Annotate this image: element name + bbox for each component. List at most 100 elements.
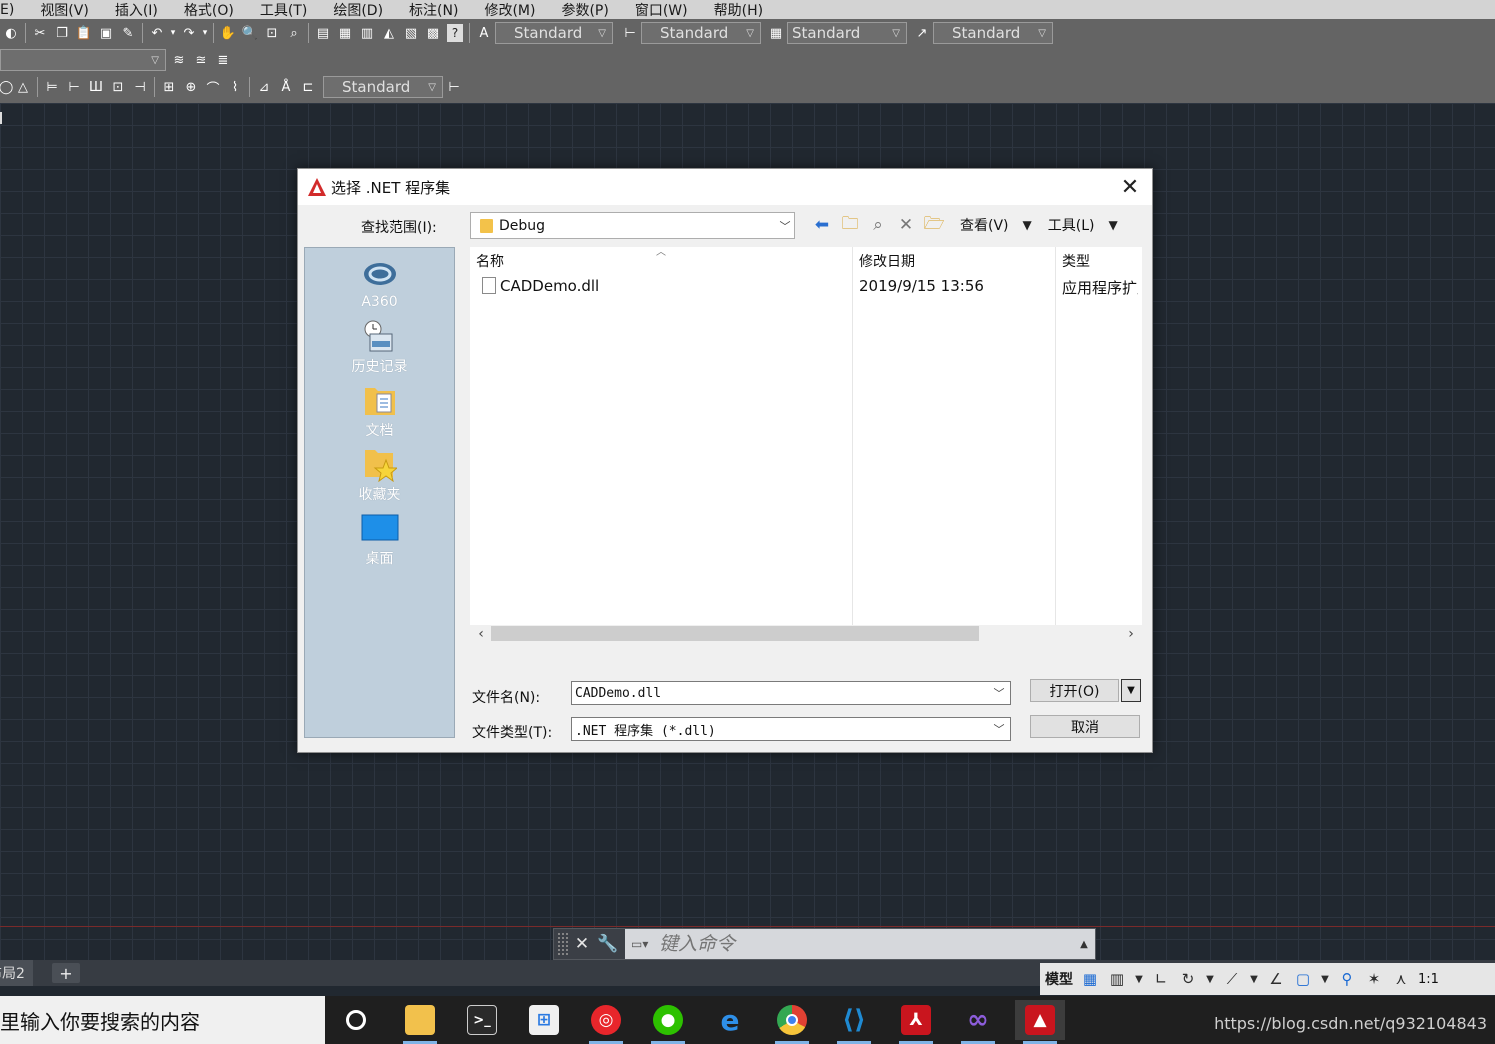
open-options-dropdown[interactable]: ▼: [1121, 679, 1141, 702]
place-desktop[interactable]: 桌面: [305, 510, 454, 568]
taskbar-search[interactable]: 在这里输入你要搜索的内容: [0, 996, 325, 1044]
annotation-scale-icon[interactable]: ⋏: [1391, 969, 1411, 989]
design-center-icon[interactable]: ▦: [334, 22, 356, 44]
place-favorites[interactable]: 收藏夹: [305, 446, 454, 504]
caret-down-icon[interactable]: ▼: [1249, 969, 1259, 989]
object-snap-icon[interactable]: ▢: [1293, 969, 1313, 989]
zoom-window-icon[interactable]: ⊡: [261, 22, 283, 44]
up-folder-icon[interactable]: 🗀: [836, 213, 864, 237]
menu-window[interactable]: 窗口(W): [635, 0, 688, 20]
delete-icon[interactable]: ✕: [892, 213, 920, 237]
dim-edit-icon[interactable]: ⊿: [253, 76, 275, 98]
scroll-left-icon[interactable]: ‹: [472, 625, 490, 642]
visual-studio-icon[interactable]: ∞: [953, 1000, 1003, 1044]
undo-dropdown-icon[interactable]: ▾: [168, 22, 178, 44]
menu-format[interactable]: 格式(O): [184, 0, 234, 20]
dim-style-combo[interactable]: Standard ▽: [323, 76, 443, 98]
inspection-icon[interactable]: ⌒: [202, 76, 224, 98]
annotation-autoscale-icon[interactable]: ✶: [1364, 969, 1384, 989]
object-track-icon[interactable]: ∠: [1266, 969, 1286, 989]
pan-hand-icon[interactable]: ✋: [217, 22, 239, 44]
jogged-linear-icon[interactable]: ⌇: [224, 76, 246, 98]
filetype-select[interactable]: ﹀: [571, 717, 1011, 741]
properties-icon[interactable]: ▤: [312, 22, 334, 44]
chevron-down-icon[interactable]: ﹀: [988, 685, 1010, 701]
quick-dim-icon[interactable]: ⊨: [41, 76, 63, 98]
polar-icon[interactable]: ↻: [1178, 969, 1198, 989]
sheet-set-icon[interactable]: ◭: [378, 22, 400, 44]
multileader-style-icon[interactable]: ↗: [911, 22, 933, 44]
zoom-previous-icon[interactable]: ⌕: [283, 22, 305, 44]
dim-text-edit-icon[interactable]: Å: [275, 76, 297, 98]
wechat-icon[interactable]: ●: [643, 1000, 693, 1044]
autocad-icon[interactable]: ▲: [1015, 1000, 1065, 1044]
column-header-name[interactable]: 名称: [476, 251, 504, 271]
baseline-dim-icon[interactable]: ⊢: [63, 76, 85, 98]
new-folder-icon[interactable]: 🗁: [920, 213, 948, 237]
make-current-layer-icon[interactable]: ≊: [190, 49, 212, 71]
dim-break-icon[interactable]: ⊣: [129, 76, 151, 98]
tolerance-icon[interactable]: ⊞: [158, 76, 180, 98]
caret-down-icon[interactable]: ▼: [1205, 969, 1215, 989]
vscode-icon[interactable]: ⟨⟩: [829, 1000, 879, 1044]
layer-properties-icon[interactable]: ≋: [168, 49, 190, 71]
cut-icon[interactable]: ✂: [29, 22, 51, 44]
menu-view[interactable]: 视图(V): [40, 0, 89, 20]
tab-layout2[interactable]: 布局2: [0, 960, 33, 986]
snap-icon[interactable]: ▥: [1107, 969, 1127, 989]
continue-dim-icon[interactable]: Ш: [85, 76, 107, 98]
dim-update-icon[interactable]: ⊏: [297, 76, 319, 98]
tool-palettes-icon[interactable]: ▥: [356, 22, 378, 44]
dim-style-icon[interactable]: ⊢: [619, 22, 641, 44]
diameter-dim-icon[interactable]: ◯: [0, 76, 13, 98]
match-properties-icon[interactable]: ✎: [117, 22, 139, 44]
multileader-style-combo[interactable]: Standard ▽: [933, 22, 1053, 44]
column-header-type[interactable]: 类型: [1062, 251, 1090, 271]
menu-dimension[interactable]: 标注(N): [409, 0, 458, 20]
table-style-combo[interactable]: Standard ▽: [787, 22, 907, 44]
redo-dropdown-icon[interactable]: ▾: [200, 22, 210, 44]
angular-dim-icon[interactable]: △: [12, 76, 34, 98]
caret-up-icon[interactable]: ▲: [1073, 939, 1095, 950]
menu-help[interactable]: 帮助(H): [714, 0, 763, 20]
text-style-combo[interactable]: Standard ▽: [495, 22, 613, 44]
undo-icon[interactable]: ↶: [146, 22, 168, 44]
annotation-visibility-icon[interactable]: ⚲: [1337, 969, 1357, 989]
drag-handle[interactable]: [557, 932, 569, 956]
add-layout-icon[interactable]: +: [52, 963, 80, 983]
terminal-icon[interactable]: >_: [457, 1000, 507, 1040]
caret-down-icon[interactable]: ▼: [1134, 969, 1144, 989]
filename-field[interactable]: ﹀: [571, 681, 1011, 705]
menu-modify[interactable]: 修改(M): [484, 0, 535, 20]
menu-insert[interactable]: 插入(I): [115, 0, 158, 20]
file-explorer-icon[interactable]: [395, 1000, 445, 1044]
back-icon[interactable]: ⬅: [808, 213, 836, 237]
column-header-date[interactable]: 修改日期: [859, 251, 915, 271]
view-menu[interactable]: 查看(V) ▼: [960, 215, 1032, 235]
save-icon[interactable]: ◐: [0, 22, 22, 44]
help-icon[interactable]: ?: [447, 24, 463, 42]
model-space-toggle[interactable]: 模型: [1040, 969, 1073, 989]
dimension-style-combo[interactable]: Standard ▽: [641, 22, 761, 44]
file-row[interactable]: CADDemo.dll 2019/9/15 13:56 应用程序扩展: [474, 274, 1138, 297]
close-icon[interactable]: ✕: [569, 931, 595, 957]
calculator-icon[interactable]: ▩: [422, 22, 444, 44]
tools-menu[interactable]: 工具(L) ▼: [1048, 215, 1118, 235]
isodraft-icon[interactable]: ⟋: [1222, 969, 1242, 989]
filetype-value[interactable]: [572, 721, 988, 737]
copy-icon[interactable]: ❐: [51, 22, 73, 44]
dim-space-icon[interactable]: ⊡: [107, 76, 129, 98]
place-history[interactable]: 历史记录: [305, 318, 454, 376]
store-icon[interactable]: ⊞: [519, 1000, 569, 1040]
annotation-scale-value[interactable]: 1:1: [1418, 972, 1439, 987]
menu-parametric[interactable]: 参数(P): [561, 0, 608, 20]
edge-icon[interactable]: e: [705, 1000, 755, 1040]
chevron-down-icon[interactable]: ﹀: [988, 721, 1010, 737]
markup-icon[interactable]: ▧: [400, 22, 422, 44]
cortana-icon[interactable]: [331, 1000, 381, 1040]
ortho-icon[interactable]: ∟: [1151, 969, 1171, 989]
chrome-icon[interactable]: [767, 1000, 817, 1044]
dim-style-manager-icon[interactable]: ⊢: [443, 76, 465, 98]
place-a360[interactable]: A360: [305, 256, 454, 310]
grid-icon[interactable]: ▦: [1080, 969, 1100, 989]
